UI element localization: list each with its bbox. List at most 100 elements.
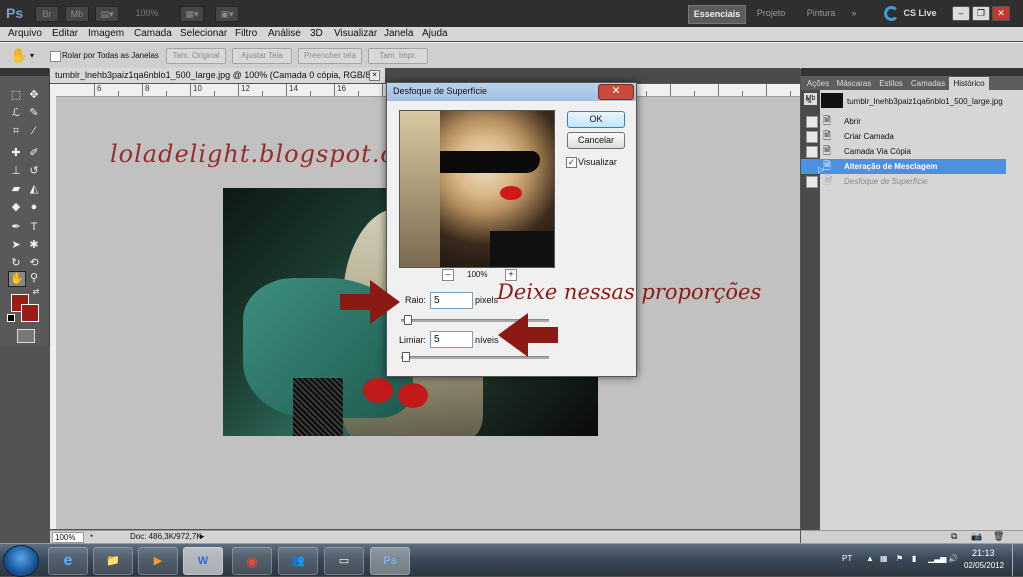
start-button[interactable] [3, 545, 39, 577]
mini-bridge-button[interactable]: Mb [65, 6, 89, 22]
show-hidden-icons-icon[interactable]: ▲ [866, 554, 874, 563]
snapshot-thumbnail[interactable] [821, 93, 843, 108]
internet-explorer-icon[interactable]: e [48, 547, 88, 575]
history-item-selected[interactable]: ▷ 🗎 Alteração de Mesclagem [801, 159, 1006, 174]
menu-analise[interactable]: Análise [268, 27, 301, 41]
limiar-input[interactable]: 5 [430, 331, 473, 348]
limiar-slider-thumb[interactable] [402, 352, 410, 362]
paint-bucket-tool-icon[interactable]: ◭ [26, 182, 42, 196]
pen-tool-icon[interactable]: ✒ [8, 220, 24, 234]
hand-tool-icon-selected[interactable]: ✋ [8, 271, 26, 287]
restore-button[interactable]: ❐ [972, 6, 990, 21]
brush-tool-icon[interactable]: ✐ [26, 146, 42, 160]
menu-arquivo[interactable]: Arquivo [8, 27, 42, 41]
tab-camadas[interactable]: Camadas [909, 77, 947, 90]
history-item-undone[interactable]: 🗎 Desfoque de Superfície [801, 174, 1006, 189]
minimize-button[interactable]: – [952, 6, 970, 21]
rolar-checkbox[interactable] [50, 51, 61, 62]
close-button[interactable]: ✕ [992, 6, 1010, 21]
history-brush-tool-icon[interactable]: ↺ [26, 164, 42, 178]
menu-visualizar[interactable]: Visualizar [334, 27, 377, 41]
history-item[interactable]: 🗎 Abrir [801, 114, 1006, 129]
history-source-checkbox[interactable] [806, 146, 818, 158]
raio-slider-thumb[interactable] [404, 315, 412, 325]
preview-zoom-out-button[interactable]: – [442, 269, 454, 281]
volume-icon[interactable]: 🔊 [948, 554, 958, 563]
default-colors-icon[interactable] [7, 314, 15, 322]
file-explorer-icon[interactable]: 📁 [93, 547, 133, 575]
view-extras-button[interactable]: ▤▾ [95, 6, 119, 22]
3d-orbit-tool-icon[interactable]: ⟲ [26, 256, 42, 270]
more-workspaces-button[interactable]: » [846, 5, 862, 22]
workspace-essenciais[interactable]: Essenciais [688, 5, 746, 24]
chrome-icon[interactable]: ◉ [232, 547, 272, 575]
cancel-button[interactable]: Cancelar [567, 132, 625, 149]
menu-ajuda[interactable]: Ajuda [422, 27, 448, 41]
language-indicator[interactable]: PT [842, 554, 852, 563]
document-tab[interactable]: tumblr_lnehb3paiz1qa6nblo1_500_large.jpg… [50, 68, 385, 83]
menu-3d[interactable]: 3D [310, 27, 323, 41]
menu-camada[interactable]: Camada [134, 27, 172, 41]
history-source-checkbox[interactable] [806, 131, 818, 143]
workspace-pintura[interactable]: Pintura [800, 5, 842, 22]
tab-historico[interactable]: Histórico [949, 77, 989, 90]
signal-icon[interactable]: ▁▃▅ [928, 554, 946, 563]
3d-rotate-tool-icon[interactable]: ↻ [8, 256, 24, 270]
tab-mascaras[interactable]: Máscaras [835, 77, 873, 90]
swap-colors-icon[interactable]: ⇄ [28, 285, 44, 299]
tool-preset-picker[interactable]: ▾ [30, 51, 34, 60]
healing-brush-tool-icon[interactable]: ✚ [8, 146, 24, 160]
quick-mask-icon[interactable] [17, 329, 35, 343]
tam-impr-button[interactable]: Tam. Impr. [368, 48, 428, 64]
document-tab-close-icon[interactable]: ✕ [369, 70, 380, 81]
dodge-tool-icon[interactable]: ● [26, 200, 42, 214]
tam-original-button[interactable]: Tam. Original [166, 48, 226, 64]
messenger-icon[interactable]: 👥 [278, 547, 318, 575]
clock-time[interactable]: 21:13 [972, 548, 995, 558]
arrange-documents-button[interactable]: ▦▾ [180, 6, 204, 22]
show-desktop-button[interactable] [1012, 544, 1023, 576]
quick-selection-tool-icon[interactable]: ✎ [26, 106, 42, 120]
type-tool-icon[interactable]: T [26, 220, 42, 234]
clone-stamp-tool-icon[interactable]: ⊥ [8, 164, 24, 178]
window-app-icon[interactable]: ▭ [324, 547, 364, 575]
eraser-tool-icon[interactable]: ▰ [8, 182, 24, 196]
history-source-checkbox[interactable] [806, 176, 818, 188]
word-icon[interactable]: W [183, 547, 223, 575]
network-icon[interactable]: ▦ [880, 554, 888, 563]
menu-editar[interactable]: Editar [52, 27, 78, 41]
crop-tool-icon[interactable]: ⌗ [8, 124, 24, 138]
menu-filtro[interactable]: Filtro [235, 27, 257, 41]
screen-mode-button[interactable]: ▣▾ [215, 6, 239, 22]
blur-tool-icon[interactable]: ◆ [8, 200, 24, 214]
photoshop-taskbar-icon[interactable]: Ps [370, 547, 410, 575]
history-source-checkbox[interactable] [806, 116, 818, 128]
lasso-tool-icon[interactable]: ℒ [8, 106, 24, 120]
ajustar-tela-button[interactable]: Ajustar Tela [232, 48, 292, 64]
eyedropper-tool-icon[interactable]: ⁄ [26, 124, 42, 138]
new-document-from-state-icon[interactable]: ⧉ [951, 531, 957, 542]
delete-state-icon[interactable]: 🗑 [993, 531, 1004, 542]
background-color-swatch[interactable] [21, 304, 39, 322]
clock-date[interactable]: 02/05/2012 [964, 561, 1004, 570]
dialog-close-button[interactable]: ✕ [598, 84, 634, 100]
status-menu-arrow-icon[interactable]: ▸ [200, 531, 205, 542]
ok-button[interactable]: OK [567, 111, 625, 128]
menu-selecionar[interactable]: Selecionar [180, 27, 227, 41]
status-info-icon[interactable]: ◔ [88, 531, 93, 541]
panel-dock-header[interactable] [801, 68, 1023, 76]
marquee-tool-icon[interactable]: ⬚ [8, 88, 24, 102]
tab-acoes[interactable]: Ações [803, 77, 833, 90]
workspace-projeto[interactable]: Projeto [750, 5, 792, 22]
snapshot-name[interactable]: tumblr_lnehb3paiz1qa6nblo1_500_large.jpg [847, 97, 1003, 106]
visualizar-checkbox[interactable]: ✓ [566, 157, 577, 168]
zoom-field[interactable]: 100% [52, 532, 84, 543]
cs-live-menu[interactable]: CS Live [900, 5, 940, 22]
zoom-tool-icon[interactable]: ⚲ [26, 271, 42, 285]
media-player-icon[interactable]: ▶ [138, 547, 178, 575]
path-selection-tool-icon[interactable]: ➤ [8, 238, 24, 252]
shape-tool-icon[interactable]: ✱ [26, 238, 42, 252]
move-tool-icon[interactable]: ✥ [26, 88, 42, 102]
create-snapshot-icon[interactable]: 📷 [971, 531, 982, 542]
history-item[interactable]: 🗎 Camada Via Cópia [801, 144, 1006, 159]
